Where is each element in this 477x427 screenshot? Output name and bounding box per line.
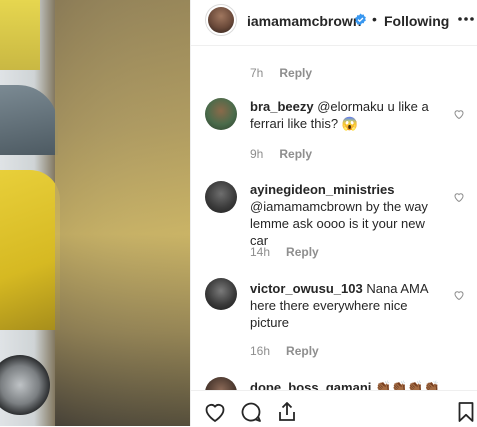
heart-icon[interactable] — [453, 108, 465, 120]
comment-meta: 16h Reply — [250, 344, 319, 358]
share-icon[interactable] — [275, 400, 299, 424]
commenter-avatar[interactable] — [205, 181, 237, 213]
following-button[interactable]: Following — [384, 13, 449, 29]
avatar-image — [208, 7, 234, 33]
action-bar — [191, 390, 477, 427]
comments-list[interactable]: 7h Reply bra_beezy @elormaku u like a fer… — [191, 46, 477, 390]
comment-text: 👏🏾👏🏾👏🏾👏🏾 — [375, 380, 440, 390]
comment-body: bra_beezy @elormaku u like a ferrari lik… — [250, 98, 446, 132]
author-username[interactable]: iamamamcbrown — [247, 13, 361, 29]
heart-icon[interactable] — [453, 289, 465, 301]
comment-meta: 7h Reply — [250, 66, 312, 80]
comment-username[interactable]: victor_owusu_103 — [250, 281, 363, 296]
photo-region — [0, 355, 50, 415]
reply-button[interactable]: Reply — [286, 344, 319, 358]
verified-badge-icon — [355, 13, 366, 26]
more-icon[interactable] — [456, 9, 476, 29]
heart-icon[interactable] — [203, 400, 227, 424]
comment-body: ayinegideon_ministries @iamamamcbrown by… — [250, 181, 446, 249]
photo-region — [0, 85, 58, 155]
photo-region — [55, 0, 190, 426]
comment-meta: 9h Reply — [250, 147, 312, 161]
comment-meta: 14h Reply — [250, 245, 319, 259]
separator-dot: • — [372, 11, 377, 27]
comment-time: 14h — [250, 245, 271, 259]
comment-body: dope_boss_gamani 👏🏾👏🏾👏🏾👏🏾 — [250, 379, 460, 390]
heart-icon[interactable] — [453, 191, 465, 203]
photo-region — [0, 0, 40, 70]
bookmark-icon[interactable] — [454, 400, 477, 424]
comment-body: victor_owusu_103 Nana AMA here there eve… — [250, 280, 446, 331]
comment-username[interactable]: bra_beezy — [250, 99, 314, 114]
commenter-avatar[interactable] — [205, 98, 237, 130]
reply-button[interactable]: Reply — [279, 147, 312, 161]
commenter-avatar[interactable] — [205, 377, 237, 390]
author-avatar[interactable] — [205, 4, 237, 36]
comment-username[interactable]: dope_boss_gamani — [250, 380, 371, 390]
photo-region — [0, 170, 60, 330]
post-photo[interactable] — [0, 0, 190, 426]
commenter-avatar[interactable] — [205, 278, 237, 310]
reply-button[interactable]: Reply — [286, 245, 319, 259]
post-side-panel: iamamamcbrown • Following 7h Reply bra_be… — [190, 0, 477, 427]
comment-time: 16h — [250, 344, 271, 358]
post-header: iamamamcbrown • Following — [191, 0, 477, 46]
comment-time: 7h — [250, 66, 264, 80]
comment-icon[interactable] — [239, 400, 263, 424]
reply-button[interactable]: Reply — [279, 66, 312, 80]
comment-text: @iamamamcbrown by the way lemme ask oooo… — [250, 199, 428, 248]
comment-username[interactable]: ayinegideon_ministries — [250, 182, 395, 197]
comment-time: 9h — [250, 147, 264, 161]
